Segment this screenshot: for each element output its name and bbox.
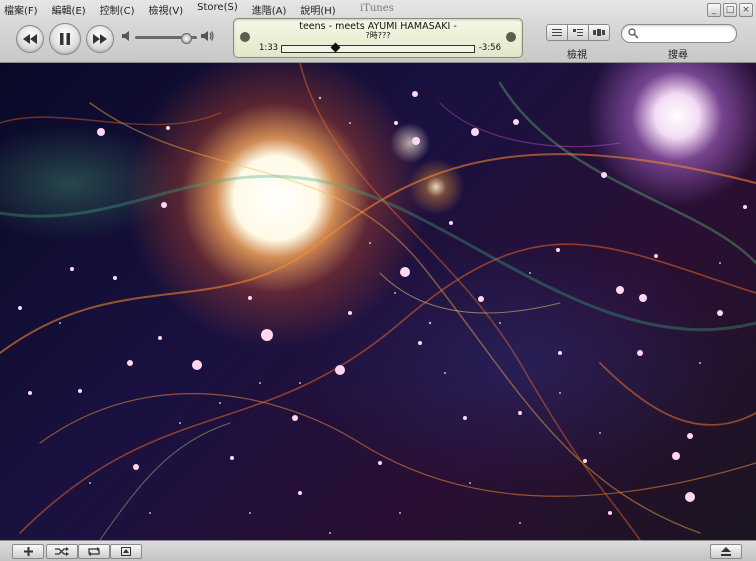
menu-edit[interactable]: 編輯(E) <box>50 1 88 17</box>
album-view-button[interactable] <box>568 24 589 41</box>
remaining-time: -3:56 <box>478 43 501 53</box>
menu-bar: 檔案(F) 編輯(E) 控制(C) 檢視(V) Store(S) 進階(A) 說… <box>2 1 338 17</box>
shuffle-icon <box>55 547 69 556</box>
shuffle-button[interactable] <box>46 544 78 559</box>
now-playing-display: teens - meets AYUMI HAMASAKI - ?時??? 1:3… <box>233 18 523 58</box>
minimize-button[interactable]: _ <box>707 3 721 17</box>
repeat-button[interactable] <box>78 544 110 559</box>
playback-progress-bar[interactable] <box>281 42 475 53</box>
plus-icon <box>23 547 33 556</box>
list-view-icon <box>552 29 562 36</box>
volume-control <box>122 30 214 44</box>
speaker-high-icon <box>201 31 214 41</box>
show-artwork-button[interactable] <box>110 544 142 559</box>
menu-help[interactable]: 說明(H) <box>298 1 337 17</box>
visualizer-artwork <box>0 63 756 540</box>
window-title: iTunes <box>360 3 394 14</box>
menu-view[interactable]: 檢視(V) <box>146 1 185 17</box>
pause-button[interactable] <box>49 23 81 55</box>
elapsed-time: 1:33 <box>259 43 279 53</box>
view-switcher <box>546 24 610 41</box>
top-toolbar: 檔案(F) 編輯(E) 控制(C) 檢視(V) Store(S) 進階(A) 說… <box>0 0 756 63</box>
speaker-low-icon <box>122 31 129 41</box>
magnifier-icon <box>628 28 639 39</box>
menu-controls[interactable]: 控制(C) <box>98 1 137 17</box>
playhead[interactable] <box>330 42 341 53</box>
eject-icon <box>721 547 731 556</box>
track-artist: ?時??? <box>365 31 391 40</box>
search-input[interactable] <box>642 27 734 40</box>
add-playlist-button[interactable] <box>12 544 44 559</box>
previous-button[interactable] <box>16 25 44 53</box>
snapback-icon[interactable] <box>506 32 516 42</box>
eject-button[interactable] <box>710 544 742 559</box>
visualizer-canvas[interactable] <box>0 63 756 541</box>
next-button[interactable] <box>86 25 114 53</box>
bottom-toolbar <box>0 540 756 561</box>
transport-controls <box>16 23 114 55</box>
window-controls: _ □ × <box>707 3 753 17</box>
search-label: 搜尋 <box>668 50 688 61</box>
coverflow-view-button[interactable] <box>589 24 610 41</box>
volume-knob[interactable] <box>180 33 192 44</box>
coverflow-view-icon <box>593 29 605 36</box>
volume-slider[interactable] <box>135 33 197 44</box>
search-field[interactable] <box>621 24 737 43</box>
repeat-icon <box>88 547 100 556</box>
menu-advanced[interactable]: 進階(A) <box>250 1 289 17</box>
show-artwork-icon <box>121 547 131 556</box>
list-view-button[interactable] <box>546 24 568 41</box>
previous-track-icon <box>23 34 37 44</box>
album-view-icon <box>573 29 583 36</box>
itunes-window: 檔案(F) 編輯(E) 控制(C) 檢視(V) Store(S) 進階(A) 說… <box>0 0 756 561</box>
maximize-button[interactable]: □ <box>723 3 737 17</box>
menu-store[interactable]: Store(S) <box>195 1 240 17</box>
pause-icon <box>60 33 70 45</box>
view-label: 檢視 <box>567 50 587 61</box>
next-track-icon <box>93 34 107 44</box>
close-button[interactable]: × <box>739 3 753 17</box>
display-toggle-icon[interactable] <box>240 32 250 42</box>
menu-file[interactable]: 檔案(F) <box>2 1 40 17</box>
